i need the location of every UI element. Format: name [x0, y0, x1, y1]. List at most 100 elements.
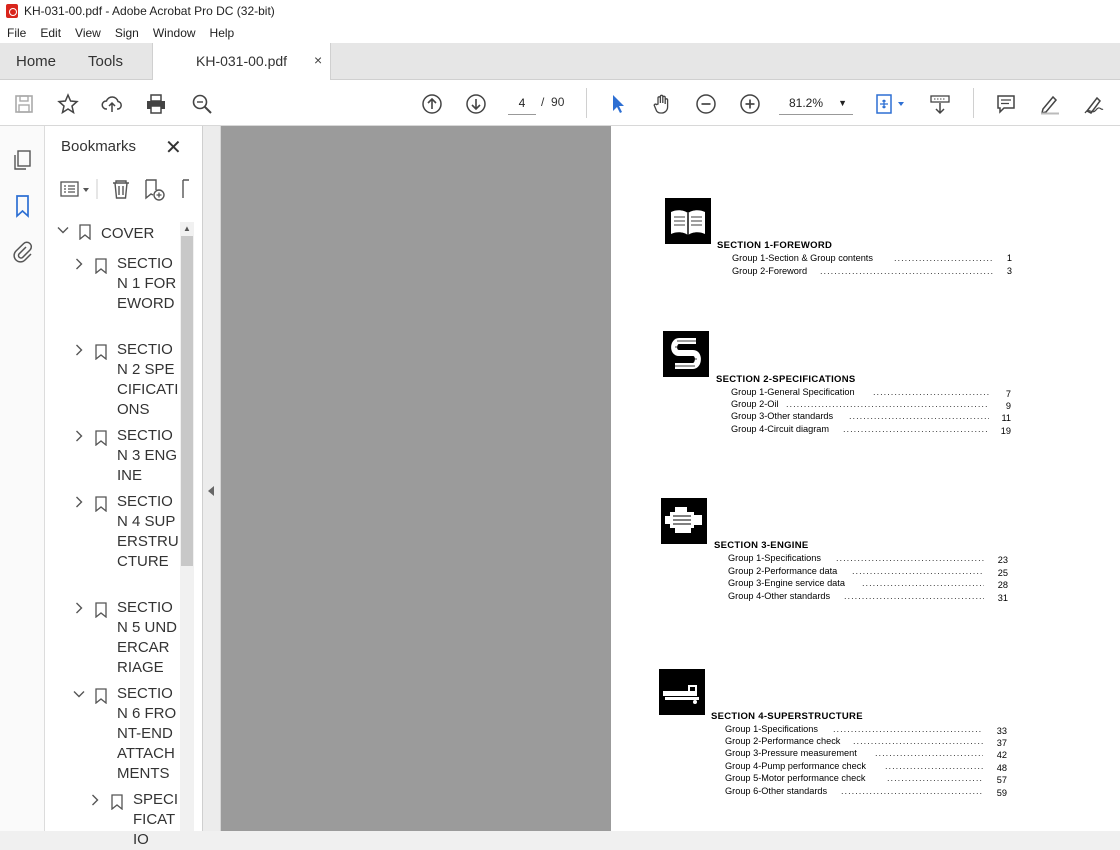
chevron-right-icon[interactable] [73, 428, 85, 442]
bookmarks-title: Bookmarks [61, 138, 137, 155]
tab-close-icon[interactable]: × [314, 52, 322, 68]
scroll-mode-icon[interactable] [928, 92, 952, 116]
group-row: Group 1-Specifications .................… [728, 553, 1008, 565]
bookmark-icon [79, 224, 91, 241]
bookmark-label: SPECIFICATIO [133, 791, 179, 848]
group-row: Group 6-Other standards ................… [725, 786, 1007, 798]
menu-edit[interactable]: Edit [33, 26, 68, 40]
delete-bookmark-icon[interactable] [113, 180, 129, 199]
zoom-level-select[interactable]: 81.2% ▼ [779, 91, 853, 115]
menu-file[interactable]: File [0, 26, 33, 40]
bookmark-label: SECTION 3 ENGINE [117, 427, 178, 484]
page-number-input[interactable]: 4 [508, 91, 536, 115]
group-row: Group 4-Pump performance check .........… [725, 761, 1007, 773]
chevron-right-icon[interactable] [89, 792, 101, 806]
chevron-right-icon[interactable] [73, 342, 85, 356]
section-title: SECTION 2-SPECIFICATIONS [716, 374, 856, 385]
cloud-upload-icon[interactable] [100, 92, 124, 116]
toolbar-divider [973, 88, 974, 118]
document-viewer[interactable]: SECTION 1-FOREWORD Group 1-Section & Gro… [221, 126, 1120, 831]
bookmark-icon [95, 430, 107, 447]
group-row: Group 1-Specifications .................… [725, 724, 1007, 736]
menu-view[interactable]: View [68, 26, 108, 40]
section-title: SECTION 1-FOREWORD [717, 240, 833, 251]
group-row: Group 2-Foreword .......................… [732, 266, 1012, 276]
section-title: SECTION 3-ENGINE [714, 540, 809, 551]
chevron-right-icon[interactable] [73, 494, 85, 508]
tab-tools[interactable]: Tools [88, 53, 123, 70]
previous-page-icon[interactable] [420, 92, 444, 116]
zoom-out-icon[interactable] [694, 92, 718, 116]
chevron-down-icon[interactable] [57, 222, 69, 234]
bookmark-icon [95, 688, 107, 705]
fit-page-icon[interactable] [874, 92, 908, 116]
menu-window[interactable]: Window [146, 26, 203, 40]
bookmark-label: SECTION 2 SPECIFICATIONS [117, 341, 179, 418]
chevron-right-icon[interactable] [73, 256, 85, 270]
bookmark-label: SECTION 5 UNDERCARRIAGE [117, 599, 178, 676]
bookmark-icon [95, 496, 107, 513]
zoom-level-value: 81.2% [789, 96, 824, 110]
group-row: Group 2-Performance check ..............… [725, 736, 1007, 748]
scroll-up-icon[interactable]: ▲ [183, 224, 191, 233]
bookmark-label: SECTION 1 FOREWORD [117, 255, 177, 312]
bookmark-icon [95, 344, 107, 361]
save-icon[interactable] [12, 92, 36, 116]
bookmark-icon [95, 258, 107, 275]
bookmarks-toolbar [59, 176, 189, 202]
comment-icon[interactable] [994, 92, 1018, 116]
group-row: Group 2-Performance data ...............… [728, 566, 1008, 578]
page-thumbnails-icon[interactable] [11, 148, 35, 172]
panel-splitter[interactable] [203, 126, 221, 831]
group-row: Group 1-General Specification ..........… [731, 387, 1011, 399]
bookmark-label: SECTION 6 FRONT-END ATTACHMENTS [117, 685, 177, 782]
zoom-in-icon[interactable] [738, 92, 762, 116]
new-bookmark-icon[interactable] [145, 179, 165, 201]
scrollbar-thumb[interactable] [181, 236, 193, 566]
next-page-icon[interactable] [464, 92, 488, 116]
bookmark-options-icon[interactable] [60, 181, 89, 197]
bookmark-icon [95, 602, 107, 619]
bookmark-label: SECTION 4 SUPERSTRUCTURE [117, 493, 179, 570]
page-count: / 90 [541, 95, 565, 109]
attachments-paperclip-icon[interactable] [11, 240, 35, 264]
acrobat-pdf-icon [6, 4, 18, 18]
s-logo-icon [663, 331, 709, 377]
bookmarks-scrollbar[interactable]: ▲ [180, 222, 194, 831]
collapse-panel-icon[interactable] [208, 486, 214, 496]
engine-icon [661, 498, 707, 544]
tab-document[interactable]: KH-031-00.pdf × [152, 43, 331, 80]
menu-help[interactable]: Help [203, 26, 242, 40]
tab-home[interactable]: Home [16, 53, 56, 70]
menu-sign[interactable]: Sign [108, 26, 146, 40]
expand-bookmark-icon[interactable] [182, 179, 189, 198]
group-row: Group 3-Other standards ................… [731, 411, 1011, 423]
select-cursor-icon[interactable] [606, 92, 630, 116]
group-row: Group 4-Circuit diagram ................… [731, 424, 1011, 436]
main-toolbar: 4 / 90 81.2% ▼ [0, 80, 1120, 126]
sign-pen-icon[interactable] [1082, 92, 1106, 116]
print-icon[interactable] [144, 92, 168, 116]
chevron-down-icon[interactable] [73, 686, 85, 698]
group-row: Group 3-Pressure measurement ...........… [725, 748, 1007, 760]
group-row: Group 4-Other standards ................… [728, 591, 1008, 603]
group-row: Group 3-Engine service data ............… [728, 578, 1008, 590]
bookmark-star-icon[interactable] [56, 92, 80, 116]
zoom-search-icon[interactable] [190, 92, 214, 116]
bookmarks-panel-icon[interactable] [11, 194, 35, 218]
toolbar-divider [586, 88, 587, 118]
close-icon[interactable]: ✕ [165, 135, 182, 160]
bookmark-label: COVER [101, 225, 155, 242]
group-row: Group 2-Oil ............................… [731, 399, 1011, 411]
group-row: Group 5-Motor performance check ........… [725, 773, 1007, 785]
excavator-icon [659, 669, 705, 715]
bookmark-icon [111, 794, 123, 811]
bookmarks-panel: Bookmarks ✕ COVER SECTION 1 FOREWORD SEC… [45, 126, 203, 848]
highlight-pen-icon[interactable] [1038, 92, 1062, 116]
group-row: Group 1-Section & Group contents .......… [732, 253, 1012, 263]
chevron-down-icon: ▼ [838, 98, 847, 108]
chevron-right-icon[interactable] [73, 600, 85, 614]
menu-bar: File Edit View Sign Window Help [0, 22, 1120, 43]
title-bar: KH-031-00.pdf - Adobe Acrobat Pro DC (32… [0, 0, 1120, 22]
hand-tool-icon[interactable] [650, 92, 674, 116]
